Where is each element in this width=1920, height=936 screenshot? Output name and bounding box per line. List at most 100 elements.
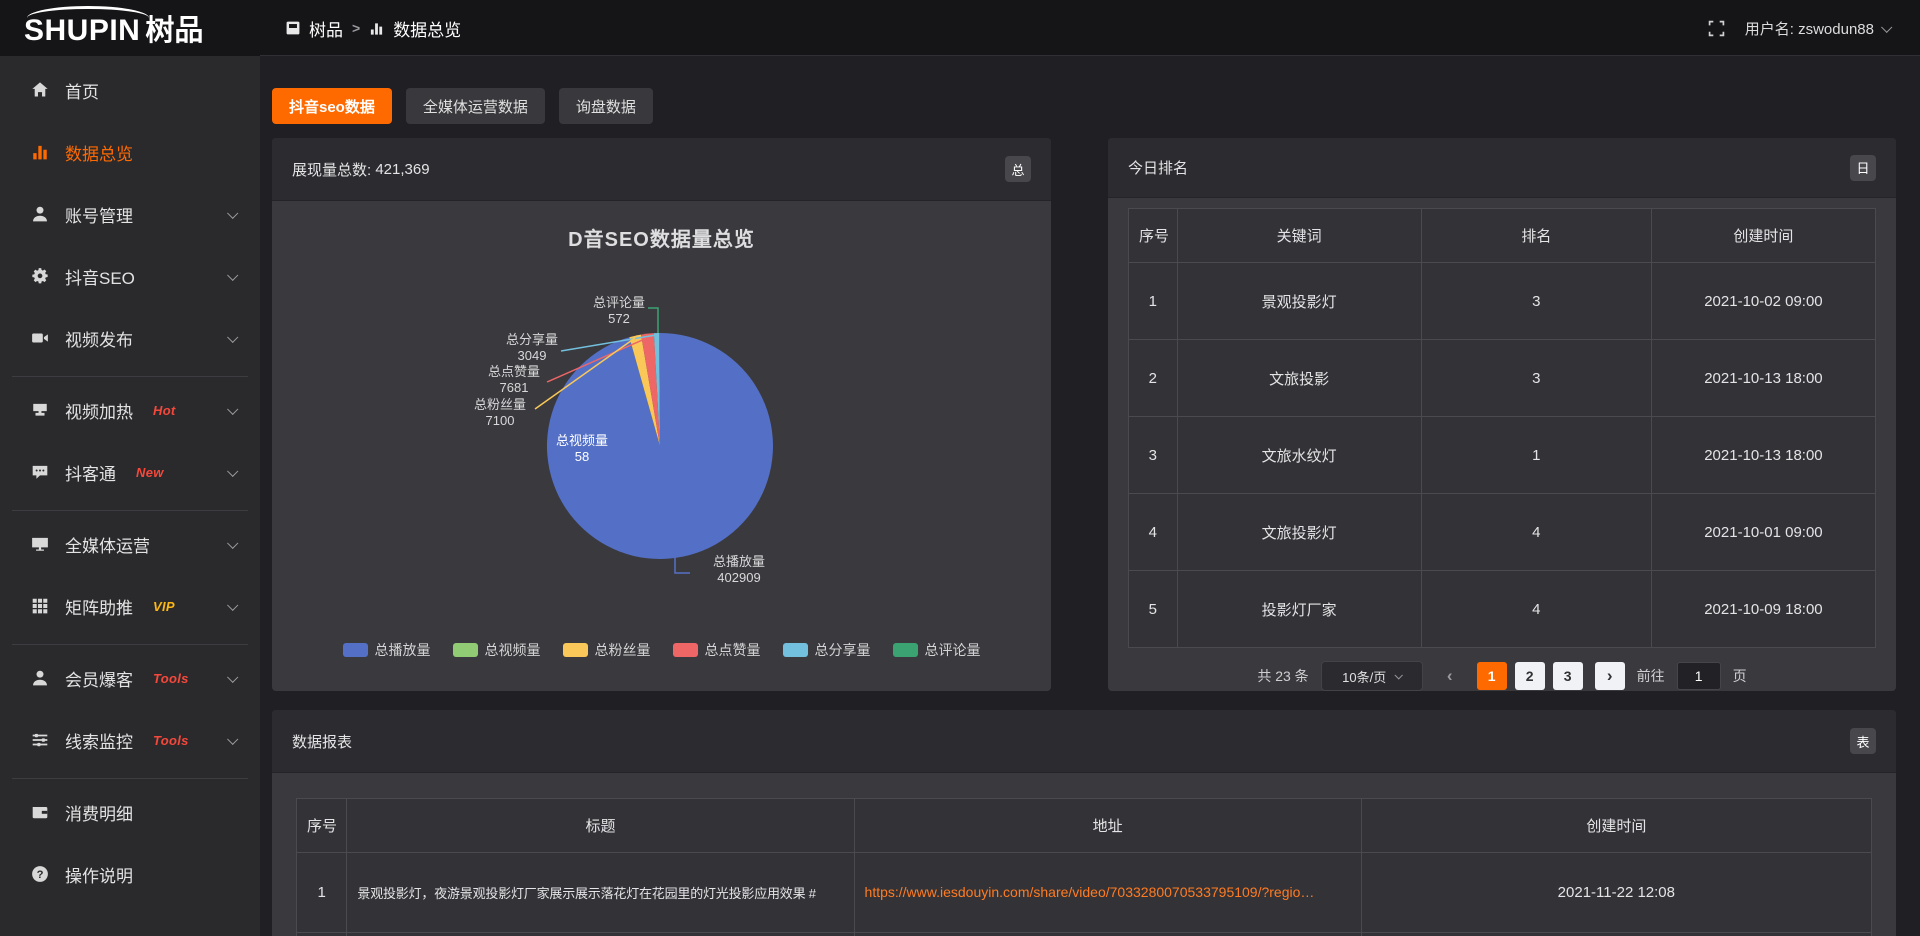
total-badge-button[interactable]: 总 bbox=[1005, 156, 1031, 182]
pager-page-2[interactable]: 2 bbox=[1515, 662, 1545, 690]
table-cell: 3 bbox=[1129, 417, 1178, 494]
data-report-header: 数据报表 表 bbox=[272, 710, 1896, 773]
helpq-icon: ? bbox=[30, 865, 49, 884]
tab-douyin-seo-data[interactable]: 抖音seo数据 bbox=[272, 88, 392, 124]
table-cell: 2021-10-09 18:00 bbox=[1651, 571, 1875, 648]
sidebar-item-home[interactable]: 首页 bbox=[0, 66, 260, 114]
chevron-down-icon bbox=[227, 600, 238, 611]
legend-label: 总分享量 bbox=[815, 640, 871, 660]
sidebar-item-label: 会员爆客 bbox=[65, 666, 133, 691]
sidebar-item-douketong[interactable]: 抖客通New bbox=[0, 448, 260, 496]
video-icon bbox=[30, 329, 49, 348]
table-cell: 5 bbox=[1129, 571, 1178, 648]
table-badge-button[interactable]: 表 bbox=[1850, 728, 1876, 754]
legend-swatch bbox=[453, 643, 478, 657]
chat-icon bbox=[30, 463, 49, 482]
legend-label: 总粉丝量 bbox=[595, 640, 651, 660]
legend-item[interactable]: 总播放量 bbox=[343, 640, 431, 660]
heat-icon bbox=[30, 401, 49, 420]
sidebar-item-video-publish[interactable]: 视频发布 bbox=[0, 314, 260, 362]
row-index: 1 bbox=[297, 853, 347, 933]
table-cell: 4 bbox=[1129, 494, 1178, 571]
fullscreen-icon[interactable] bbox=[1708, 20, 1725, 37]
pager-page-3[interactable]: 3 bbox=[1553, 662, 1583, 690]
report-table: 序号标题地址创建时间 1景观投影灯，夜游景观投影灯厂家展示展示落花灯在花园里的灯… bbox=[296, 798, 1872, 936]
sidebar-divider bbox=[12, 376, 248, 377]
row-title: 景观投影灯，夜游景观投影灯厂家展示展示落花灯在花园里的灯光投影应用效果 # bbox=[347, 853, 854, 933]
sidebar-item-douyin-seo[interactable]: 抖音SEO bbox=[0, 252, 260, 300]
tab-inquiry-data[interactable]: 询盘数据 bbox=[559, 88, 653, 124]
legend-item[interactable]: 总评论量 bbox=[893, 640, 981, 660]
impressions-total-value: 421,369 bbox=[375, 161, 429, 178]
logo-arc-decor bbox=[27, 6, 149, 18]
pager-prev-button[interactable]: ‹ bbox=[1435, 662, 1465, 690]
table-cell: 投影灯厂家 bbox=[1177, 571, 1421, 648]
sidebar-item-clue-monitor[interactable]: 线索监控Tools bbox=[0, 716, 260, 764]
legend-item[interactable]: 总视频量 bbox=[453, 640, 541, 660]
logo-text-cn: 树品 bbox=[145, 17, 203, 46]
pie-chart-area: D音SEO数据量总览 总评论量572 bbox=[272, 201, 1051, 690]
sidebar-item-overview[interactable]: 数据总览 bbox=[0, 128, 260, 176]
table-cell: 4 bbox=[1421, 571, 1651, 648]
pager-page-1[interactable]: 1 bbox=[1477, 662, 1507, 690]
table-cell: 文旅投影 bbox=[1177, 340, 1421, 417]
table-cell: 4 bbox=[1421, 494, 1651, 571]
table-row: 5投影灯厂家42021-10-09 18:00 bbox=[1129, 571, 1876, 648]
legend-label: 总点赞量 bbox=[705, 640, 761, 660]
breadcrumb-root-icon bbox=[286, 21, 300, 35]
legend-item[interactable]: 总点赞量 bbox=[673, 640, 761, 660]
chevron-down-icon bbox=[227, 404, 238, 415]
sidebar-item-consume-detail[interactable]: 消费明细 bbox=[0, 788, 260, 836]
pie-label-fans: 总粉丝量7100 bbox=[452, 397, 548, 428]
report-table-header-row: 序号标题地址创建时间 bbox=[297, 799, 1872, 853]
table-cell: 2021-10-02 09:00 bbox=[1651, 263, 1875, 340]
breadcrumb-root[interactable]: 树品 bbox=[309, 16, 343, 41]
goto-page-input[interactable] bbox=[1677, 662, 1721, 690]
table-cell: 2021-10-13 18:00 bbox=[1651, 340, 1875, 417]
legend-item[interactable]: 总分享量 bbox=[783, 640, 871, 660]
legend-item[interactable]: 总粉丝量 bbox=[563, 640, 651, 660]
legend-swatch bbox=[783, 643, 808, 657]
legend-label: 总播放量 bbox=[375, 640, 431, 660]
chevron-down-icon bbox=[227, 538, 238, 549]
sidebar-item-account[interactable]: 账号管理 bbox=[0, 190, 260, 238]
sidebar-item-matrix-boost[interactable]: 矩阵助推VIP bbox=[0, 582, 260, 630]
chevron-down-icon bbox=[227, 208, 238, 219]
sidebar-item-label: 视频加热 bbox=[65, 398, 133, 423]
sidebar-item-media-ops[interactable]: 全媒体运营 bbox=[0, 520, 260, 568]
report-table-body: 1景观投影灯，夜游景观投影灯厂家展示展示落花灯在花园里的灯光投影应用效果 # ht… bbox=[297, 853, 1872, 936]
table-cell: 2 bbox=[1129, 340, 1178, 417]
page-size-select[interactable]: 10条/页 bbox=[1321, 661, 1423, 691]
sidebar-item-label: 矩阵助推 bbox=[65, 594, 133, 619]
tab-media-ops-data[interactable]: 全媒体运营数据 bbox=[406, 88, 545, 124]
pie-label-videos: 总视频量58 bbox=[534, 433, 630, 464]
legend-swatch bbox=[343, 643, 368, 657]
logo-text-en: SHUPIN bbox=[24, 16, 140, 46]
sidebar-item-help[interactable]: ?操作说明 bbox=[0, 850, 260, 898]
pager-pages: 123 bbox=[1477, 662, 1583, 690]
pager-next-button[interactable]: › bbox=[1595, 662, 1625, 690]
goto-label: 前往 bbox=[1637, 666, 1665, 686]
user-icon bbox=[30, 205, 49, 224]
impressions-total-label: 展现量总数: bbox=[292, 159, 371, 180]
sidebar-item-video-heat[interactable]: 视频加热 Hot bbox=[0, 386, 260, 434]
topbar-right: 用户名: zswodun88 bbox=[1708, 18, 1920, 39]
sidebar-item-label: 账号管理 bbox=[65, 202, 133, 227]
sidebar-item-tag: Hot bbox=[153, 403, 176, 418]
user-menu[interactable]: 用户名: zswodun88 bbox=[1745, 18, 1890, 39]
sidebar-item-label: 首页 bbox=[65, 78, 99, 103]
ranking-table-body: 1景观投影灯32021-10-02 09:002文旅投影32021-10-13 … bbox=[1129, 263, 1876, 648]
video-link[interactable]: https://www.iesdouyin.com/share/video/70… bbox=[865, 884, 1315, 900]
table-cell: 3 bbox=[1421, 263, 1651, 340]
day-badge-button[interactable]: 日 bbox=[1850, 155, 1876, 181]
pie-label-likes: 总点赞量7681 bbox=[466, 364, 562, 395]
chevron-down-icon bbox=[227, 734, 238, 745]
today-ranking-title: 今日排名 bbox=[1128, 157, 1188, 178]
table-cell: 3 bbox=[1421, 340, 1651, 417]
sidebar-item-member-boom[interactable]: 会员爆客Tools bbox=[0, 654, 260, 702]
column-header: 创建时间 bbox=[1651, 209, 1875, 263]
table-row: 4文旅投影灯42021-10-01 09:00 bbox=[1129, 494, 1876, 571]
table-cell: 2021-10-01 09:00 bbox=[1651, 494, 1875, 571]
app-logo[interactable]: SHUPIN 树品 bbox=[0, 0, 260, 56]
breadcrumb-current: 数据总览 bbox=[393, 16, 461, 41]
